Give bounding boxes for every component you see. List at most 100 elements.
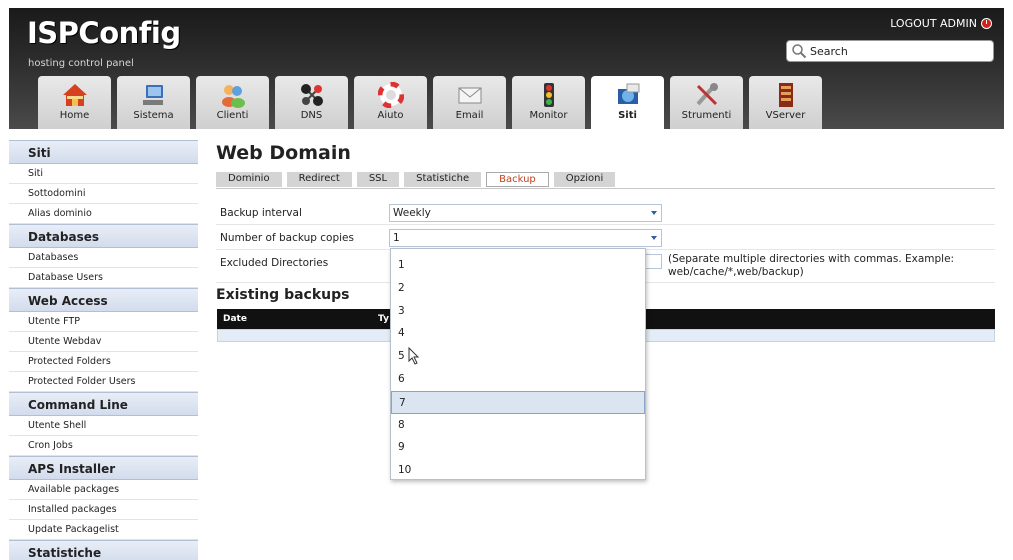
traffic-light-icon [543,83,554,107]
excluded-dirs-field[interactable] [645,254,662,269]
tab-monitor[interactable]: Monitor [512,76,585,129]
users-icon [221,85,245,108]
page-title: Web Domain [216,142,351,164]
search-icon [791,43,807,59]
backup-copies-row: Number of backup copies 1 [216,226,995,250]
computer-icon [142,85,163,105]
page: ISPConfig hosting control panel LOGOUT A… [0,0,1013,560]
tab-home[interactable]: Home [38,76,111,129]
backup-interval-label: Backup interval [220,207,302,219]
subtab-statistiche[interactable]: Statistiche [404,172,482,187]
subtab-ssl[interactable]: SSL [356,172,400,187]
search-input[interactable] [810,44,990,58]
tools-icon [696,83,718,106]
logout-link[interactable]: LOGOUT ADMIN [890,17,992,30]
backup-interval-value: Weekly [393,207,431,219]
globe-icon [617,83,639,104]
tab-label: Home [59,110,90,121]
dropdown-option-10[interactable]: 10 [391,459,645,482]
sidebar-item-update-packagelist[interactable]: Update Packagelist [9,520,198,540]
sidebar-item-available-packages[interactable]: Available packages [9,480,198,500]
chevron-down-icon [651,211,657,215]
tab-label: DNS [300,110,323,121]
network-icon [300,84,323,106]
subtab-dominio[interactable]: Dominio [216,172,282,187]
dropdown-option-4[interactable]: 4 [391,322,645,345]
sidebar-item-alias-dominio[interactable]: Alias dominio [9,204,198,224]
backup-interval-select[interactable]: Weekly [389,204,662,222]
tab-label: Siti [618,110,637,121]
power-icon [981,18,992,29]
envelope-icon [458,87,481,104]
sidebar-item-databases[interactable]: Databases [9,248,198,268]
dropdown-option-7[interactable]: 7 [391,390,645,414]
chevron-down-icon [651,236,657,240]
subtab-redirect[interactable]: Redirect [286,172,352,187]
main-tabs: Home Sistema Clienti DNS Aiuto Email Mon… [38,76,828,129]
sidebar-item-siti[interactable]: Siti [9,164,198,184]
backup-copies-select[interactable]: 1 [389,229,662,247]
tab-strumenti[interactable]: Strumenti [670,76,743,129]
sidebar-section-web-access: Web Access [9,288,198,312]
tab-label: Monitor [529,110,568,121]
subtab-opzioni[interactable]: Opzioni [553,172,616,187]
sidebar-item-utente-shell[interactable]: Utente Shell [9,416,198,436]
server-icon [778,83,793,107]
column-header-type: Ty [378,314,389,324]
dropdown-option-2[interactable]: 2 [391,277,645,300]
backup-copies-dropdown: 1 2 3 4 5 6 7 8 9 10 [390,248,646,480]
backup-interval-row: Backup interval Weekly [216,201,995,225]
tab-sistema[interactable]: Sistema [117,76,190,129]
home-icon [62,84,87,106]
main-content: Web Domain Dominio Redirect SSL Statisti… [216,140,996,342]
tab-label: Strumenti [681,110,732,121]
tab-label: Clienti [216,110,249,121]
app-logo: ISPConfig [27,16,181,50]
tab-email[interactable]: Email [433,76,506,129]
app-tagline: hosting control panel [28,58,134,69]
dropdown-option-6[interactable]: 6 [391,368,645,391]
sidebar-item-cron-jobs[interactable]: Cron Jobs [9,436,198,456]
subtab-divider [216,188,995,189]
mouse-pointer-icon [408,347,420,365]
column-header-date: Date [223,314,247,324]
sidebar-item-utente-webdav[interactable]: Utente Webdav [9,332,198,352]
header-bar: ISPConfig hosting control panel LOGOUT A… [9,8,1004,129]
tab-siti[interactable]: Siti [591,76,664,129]
excluded-dirs-label: Excluded Directories [220,257,329,269]
tab-label: Sistema [133,110,174,121]
tab-label: Email [455,110,484,121]
dropdown-option-8[interactable]: 8 [391,414,645,437]
sidebar-section-databases: Databases [9,224,198,248]
sidebar-section-aps-installer: APS Installer [9,456,198,480]
tab-label: Aiuto [377,110,404,121]
sidebar-item-protected-folders[interactable]: Protected Folders [9,352,198,372]
dropdown-option-9[interactable]: 9 [391,436,645,459]
backup-copies-label: Number of backup copies [220,232,354,244]
dropdown-option-5[interactable]: 5 [391,345,645,368]
subtab-backup[interactable]: Backup [486,172,549,187]
sidebar-item-sottodomini[interactable]: Sottodomini [9,184,198,204]
sidebar-item-protected-folder-users[interactable]: Protected Folder Users [9,372,198,392]
tab-clienti[interactable]: Clienti [196,76,269,129]
sidebar-item-installed-packages[interactable]: Installed packages [9,500,198,520]
tab-vserver[interactable]: VServer [749,76,822,129]
backup-copies-value: 1 [393,232,400,244]
dropdown-option-3[interactable]: 3 [391,300,645,323]
sidebar: Siti Siti Sottodomini Alias dominio Data… [9,140,198,560]
excluded-dirs-hint: (Separate multiple directories with comm… [668,253,955,278]
subtab-bar: Dominio Redirect SSL Statistiche Backup … [216,172,996,187]
sidebar-section-statistiche: Statistiche [9,540,198,560]
sidebar-item-utente-ftp[interactable]: Utente FTP [9,312,198,332]
lifebuoy-icon [377,82,404,108]
logout-label: LOGOUT ADMIN [890,17,977,30]
search-box[interactable] [786,40,994,62]
sidebar-section-siti: Siti [9,140,198,164]
dropdown-option-1[interactable]: 1 [391,254,645,277]
tab-dns[interactable]: DNS [275,76,348,129]
tab-label: VServer [765,110,806,121]
sidebar-section-command-line: Command Line [9,392,198,416]
existing-backups-title: Existing backups [216,287,350,303]
sidebar-item-database-users[interactable]: Database Users [9,268,198,288]
tab-aiuto[interactable]: Aiuto [354,76,427,129]
